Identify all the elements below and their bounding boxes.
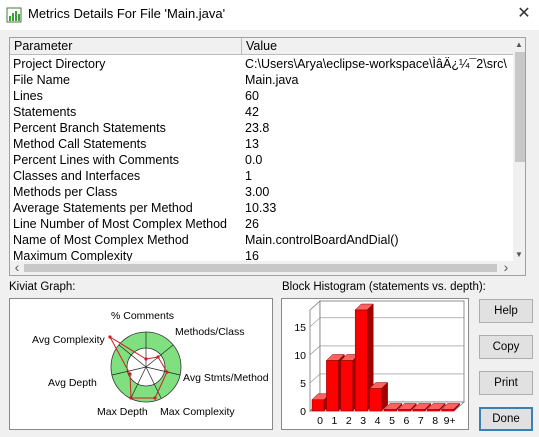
kiviat-axis-label: Methods/Class bbox=[175, 326, 245, 338]
table-row[interactable]: Methods per Class 3.00 bbox=[10, 184, 513, 200]
metrics-table-body: Parameter Value Project Directory C:\User… bbox=[10, 38, 513, 261]
kiviat-axis-label: Avg Depth bbox=[48, 377, 97, 389]
table-row[interactable]: File Name Main.java bbox=[10, 72, 513, 88]
kiviat-axis-label: % Comments bbox=[111, 310, 175, 322]
table-row[interactable]: Average Statements per Method 10.33 bbox=[10, 200, 513, 216]
kiviat-axis-label: Avg Stmts/Method bbox=[183, 372, 269, 384]
scroll-right-arrow-icon[interactable]: › bbox=[499, 260, 513, 275]
table-row[interactable]: Lines 60 bbox=[10, 88, 513, 104]
parameter-cell: Project Directory bbox=[13, 57, 106, 71]
table-row[interactable]: Project Directory C:\Users\Arya\eclipse-w… bbox=[10, 56, 513, 72]
histogram-x-tick: 8 bbox=[432, 415, 438, 427]
parameter-cell: Average Statements per Method bbox=[13, 201, 193, 215]
parameter-cell: Methods per Class bbox=[13, 185, 118, 199]
kiviat-axis-label: Max Complexity bbox=[160, 406, 235, 418]
window-title: Metrics Details For File 'Main.java' bbox=[28, 6, 226, 21]
kiviat-graph: % Comments Methods/Class Avg Stmts/Metho… bbox=[9, 298, 273, 430]
table-row[interactable]: Line Number of Most Complex Method 26 bbox=[10, 216, 513, 232]
histogram-x-tick: 3 bbox=[360, 415, 366, 427]
close-button[interactable]: ✕ bbox=[509, 0, 539, 30]
value-cell: 13 bbox=[245, 137, 259, 151]
table-row[interactable]: Percent Lines with Comments 0.0 bbox=[10, 152, 513, 168]
histogram-x-tick: 9+ bbox=[444, 415, 456, 427]
value-cell: 42 bbox=[245, 105, 259, 119]
parameter-cell: Method Call Statements bbox=[13, 137, 147, 151]
histogram-x-tick: 1 bbox=[331, 415, 337, 427]
kiviat-axis-label: Max Depth bbox=[97, 406, 148, 418]
histogram-x-tick: 2 bbox=[346, 415, 352, 427]
histogram-x-tick: 5 bbox=[389, 415, 395, 427]
histogram-label: Block Histogram (statements vs. depth): bbox=[282, 281, 486, 293]
close-icon[interactable]: ✕ bbox=[517, 5, 530, 22]
column-header-parameter[interactable]: Parameter bbox=[10, 38, 242, 55]
value-cell: 0.0 bbox=[245, 153, 263, 167]
histogram-y-tick: 10 bbox=[294, 350, 306, 362]
histogram-x-tick: 7 bbox=[418, 415, 424, 427]
block-histogram: 15 10 5 0 0 1 2 3 4 5 6 7 8 9+ bbox=[281, 298, 469, 430]
value-cell: 26 bbox=[245, 217, 259, 231]
table-row[interactable]: Statements 42 bbox=[10, 104, 513, 120]
table-row[interactable]: Percent Branch Statements 23.8 bbox=[10, 120, 513, 136]
parameter-cell: Statements bbox=[13, 105, 77, 119]
parameter-cell: Maximum Complexity bbox=[13, 249, 133, 261]
parameter-cell: Line Number of Most Complex Method bbox=[13, 217, 227, 231]
scroll-left-arrow-icon[interactable]: ‹ bbox=[10, 260, 24, 275]
scroll-up-arrow-icon[interactable]: ▲ bbox=[513, 38, 525, 51]
histogram-y-tick: 0 bbox=[300, 406, 306, 418]
help-button[interactable]: Help bbox=[479, 299, 533, 323]
vertical-scrollbar[interactable]: ▲ ▼ bbox=[513, 38, 525, 261]
value-cell: Main.controlBoardAndDial() bbox=[245, 233, 399, 247]
value-cell: 23.8 bbox=[245, 121, 270, 135]
scrollbar-corner bbox=[513, 261, 525, 275]
parameter-cell: Lines bbox=[13, 89, 43, 103]
value-cell: 60 bbox=[245, 89, 259, 103]
histogram-bar bbox=[368, 381, 389, 412]
parameter-cell: Classes and Interfaces bbox=[13, 169, 141, 183]
horizontal-scrollbar[interactable]: ‹ › bbox=[10, 260, 513, 275]
metrics-app-icon bbox=[6, 7, 22, 23]
vertical-scroll-thumb[interactable] bbox=[515, 52, 525, 162]
table-row[interactable]: Method Call Statements 13 bbox=[10, 136, 513, 152]
histogram-x-tick: 0 bbox=[317, 415, 323, 427]
parameter-cell: Percent Branch Statements bbox=[13, 121, 166, 135]
copy-button[interactable]: Copy bbox=[479, 335, 533, 359]
value-cell: 1 bbox=[245, 169, 252, 183]
kiviat-axis-label: Avg Complexity bbox=[32, 334, 105, 346]
histogram-x-tick: 6 bbox=[403, 415, 409, 427]
done-button[interactable]: Done bbox=[479, 407, 533, 431]
kiviat-graph-label: Kiviat Graph: bbox=[9, 281, 76, 293]
histogram-chart: 151050 0 1 2 3 4 5 6 7 8 9+ bbox=[294, 300, 466, 427]
title-bar: Metrics Details For File 'Main.java' ✕ bbox=[0, 0, 539, 30]
parameter-cell: File Name bbox=[13, 73, 70, 87]
column-header-value[interactable]: Value bbox=[242, 38, 513, 55]
value-cell: 16 bbox=[245, 249, 259, 261]
histogram-y-tick: 15 bbox=[294, 322, 306, 334]
parameter-cell: Percent Lines with Comments bbox=[13, 153, 180, 167]
histogram-y-tick: 5 bbox=[300, 378, 306, 390]
table-header: Parameter Value bbox=[10, 38, 513, 55]
parameter-cell: Name of Most Complex Method bbox=[13, 233, 189, 247]
horizontal-scroll-thumb[interactable] bbox=[24, 264, 497, 272]
table-row[interactable]: Maximum Complexity 16 bbox=[10, 248, 513, 261]
value-cell: 3.00 bbox=[245, 185, 270, 199]
histogram-x-tick: 4 bbox=[375, 415, 381, 427]
value-cell: C:\Users\Arya\eclipse-workspace\ÌâÄ¿¼¯2\… bbox=[245, 57, 507, 71]
print-button[interactable]: Print bbox=[479, 371, 533, 395]
scroll-down-arrow-icon[interactable]: ▼ bbox=[513, 248, 525, 261]
table-row[interactable]: Classes and Interfaces 1 bbox=[10, 168, 513, 184]
table-row[interactable]: Name of Most Complex Method Main.controlB… bbox=[10, 232, 513, 248]
metrics-table[interactable]: Parameter Value Project Directory C:\User… bbox=[9, 37, 526, 276]
value-cell: Main.java bbox=[245, 73, 299, 87]
value-cell: 10.33 bbox=[245, 201, 277, 215]
